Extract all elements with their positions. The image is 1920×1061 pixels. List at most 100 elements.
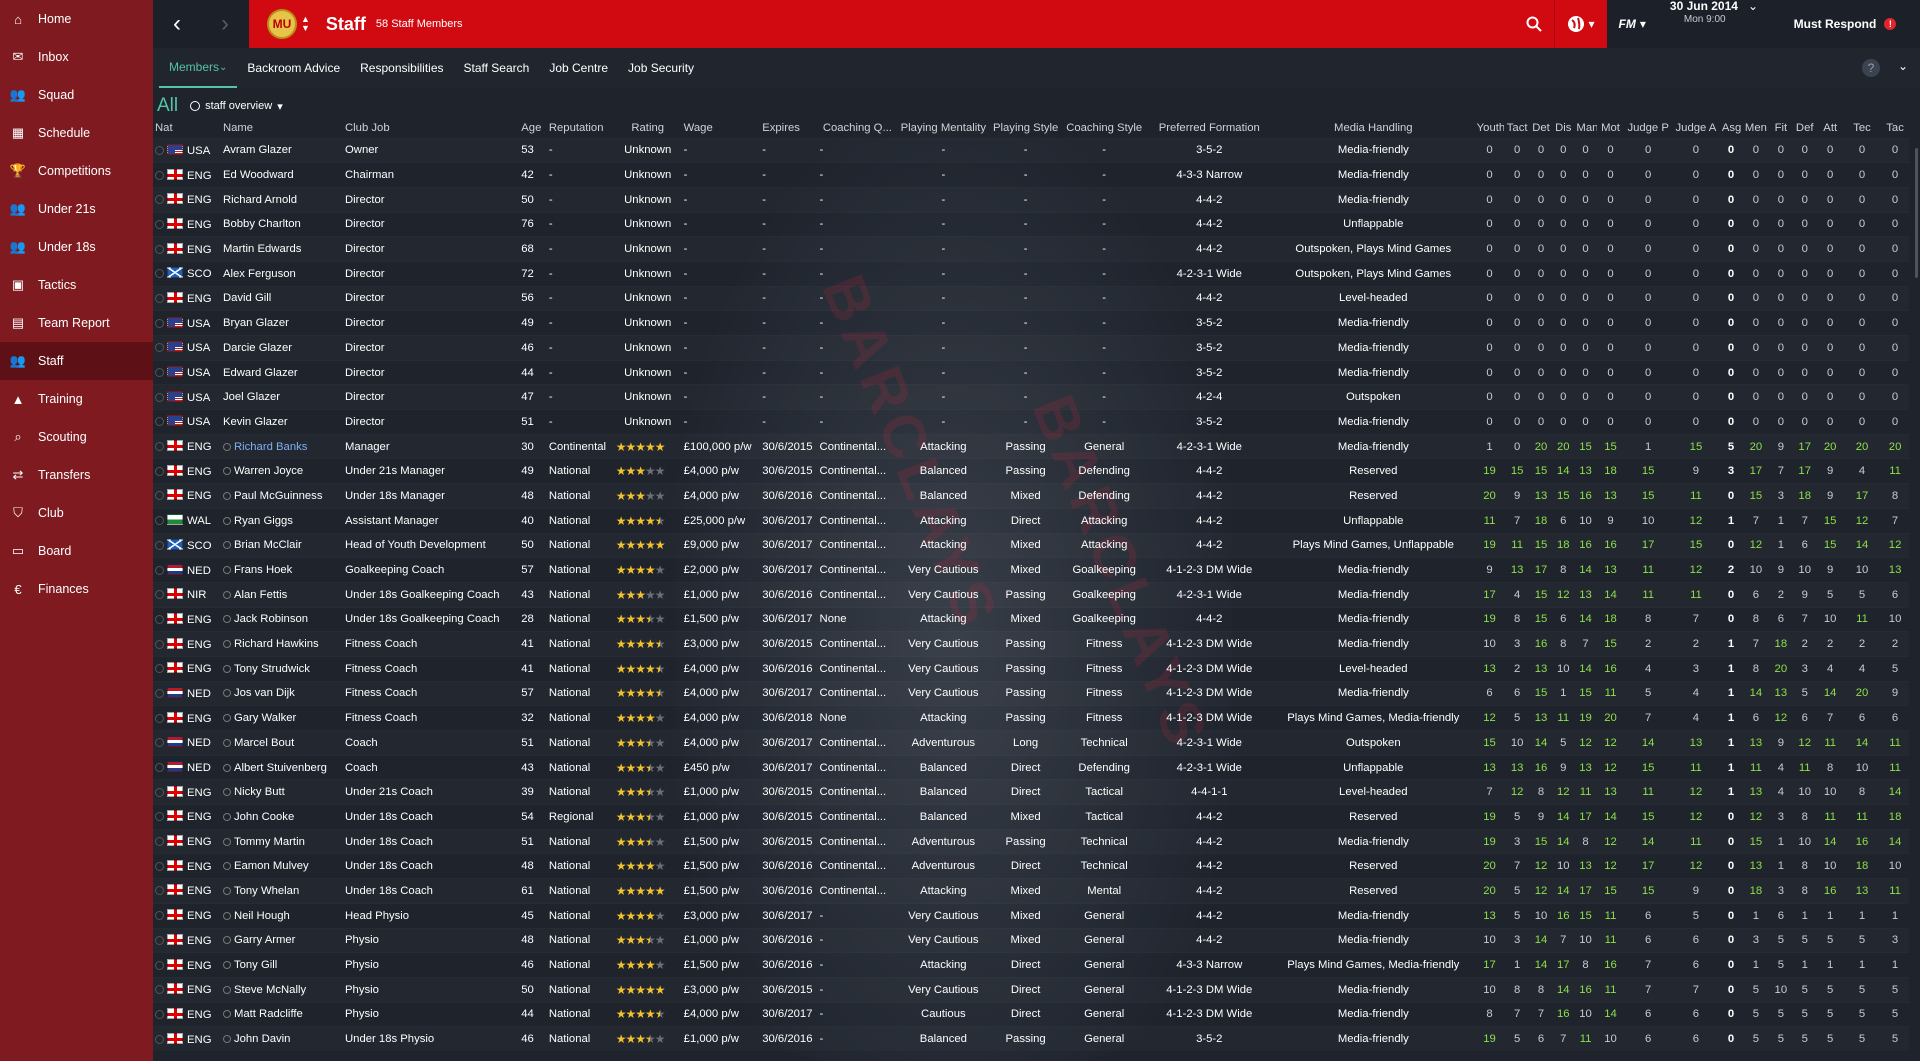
- sidebar-item-transfers[interactable]: ⇄ Transfers: [0, 456, 153, 494]
- column-header-att[interactable]: Att: [1817, 119, 1842, 138]
- column-header-reputation[interactable]: Reputation: [547, 119, 614, 138]
- column-header-judge-a[interactable]: Judge A: [1672, 119, 1720, 138]
- staff-name[interactable]: Richard Banks: [234, 441, 307, 453]
- tab-job-centre[interactable]: Job Centre: [539, 48, 618, 88]
- collapse-icon[interactable]: ⌄: [1898, 59, 1908, 73]
- column-header-tec[interactable]: Tec: [1843, 119, 1881, 138]
- staff-name[interactable]: Bryan Glazer: [223, 317, 289, 329]
- staff-name[interactable]: Paul McGuinness: [234, 490, 323, 502]
- staff-name[interactable]: Tony Strudwick: [234, 663, 310, 675]
- sidebar-item-scouting[interactable]: ⌕ Scouting: [0, 418, 153, 456]
- column-header-playing-mentality[interactable]: Playing Mentality: [897, 119, 989, 138]
- staff-name[interactable]: Alan Fettis: [234, 589, 287, 601]
- column-header-playing-style[interactable]: Playing Style: [990, 119, 1062, 138]
- table-row[interactable]: USA Darcie Glazer Director 46- Unknown - - - - - -…: [153, 336, 1909, 361]
- column-header-coaching-q[interactable]: Coaching Q...: [818, 119, 898, 138]
- table-row[interactable]: NED Frans Hoek Goalkeeping Coach 57 National…: [153, 558, 1909, 583]
- staff-name[interactable]: Ryan Giggs: [234, 515, 293, 527]
- table-row[interactable]: USA Avram Glazer Owner 53- Unknown - - - - - -3-5-…: [153, 138, 1909, 163]
- staff-name[interactable]: Kevin Glazer: [223, 416, 288, 428]
- table-row[interactable]: ENG Garry Armer Physio 48 National ★★★★★ £1,00…: [153, 928, 1909, 953]
- table-row[interactable]: ENG Gary Walker Fitness Coach 32 National ★★★…: [153, 706, 1909, 731]
- column-header-expires[interactable]: Expires: [760, 119, 817, 138]
- column-header-det[interactable]: Det: [1530, 119, 1552, 138]
- column-header-tact[interactable]: Tact: [1504, 119, 1529, 138]
- sidebar-item-club[interactable]: ⛉ Club: [0, 494, 153, 532]
- staff-name[interactable]: Warren Joyce: [234, 465, 303, 477]
- table-row[interactable]: ENG Warren Joyce Under 21s Manager 49 Nation…: [153, 459, 1909, 484]
- back-arrow-icon[interactable]: ‹: [153, 0, 201, 48]
- tab-responsibilities[interactable]: Responsibilities: [350, 48, 453, 88]
- staff-name[interactable]: Marcel Bout: [234, 737, 294, 749]
- tab-job-security[interactable]: Job Security: [618, 48, 704, 88]
- table-row[interactable]: ENG Martin Edwards Director 68- Unknown - - - - -…: [153, 237, 1909, 262]
- table-row[interactable]: ENG Jack Robinson Under 18s Goalkeeping Co…: [153, 607, 1909, 632]
- column-header-age[interactable]: Age: [519, 119, 547, 138]
- staff-name[interactable]: Garry Armer: [234, 934, 296, 946]
- table-row[interactable]: NED Marcel Bout Coach 51 National ★★★★★ £4,000…: [153, 731, 1909, 756]
- staff-name[interactable]: Albert Stuivenberg: [234, 762, 327, 774]
- table-row[interactable]: ENG David Gill Director 56- Unknown - - - - - -4-4…: [153, 286, 1909, 311]
- sidebar-item-tactics[interactable]: ▣ Tactics: [0, 266, 153, 304]
- staff-name[interactable]: Jos van Dijk: [234, 687, 295, 699]
- staff-name[interactable]: Brian McClair: [234, 539, 302, 551]
- table-row[interactable]: ENG Tommy Martin Under 18s Coach 51 National…: [153, 829, 1909, 854]
- column-header-nat[interactable]: Nat: [153, 119, 221, 138]
- sidebar-item-finances[interactable]: € Finances: [0, 570, 153, 608]
- staff-name[interactable]: Darcie Glazer: [223, 342, 292, 354]
- column-header-man[interactable]: Man: [1574, 119, 1596, 138]
- staff-name[interactable]: Steve McNally: [234, 984, 306, 996]
- staff-name[interactable]: Joel Glazer: [223, 391, 280, 403]
- table-row[interactable]: ENG Bobby Charlton Director 76- Unknown - - - - -…: [153, 212, 1909, 237]
- date-display[interactable]: 30 Jun 2014 Mon 9:00 ⌄: [1657, 0, 1770, 48]
- table-row[interactable]: SCO Alex Ferguson Director 72- Unknown - - - - - -…: [153, 261, 1909, 286]
- fm-menu[interactable]: FM ▾: [1606, 0, 1658, 48]
- view-selector[interactable]: staff overview ▾: [190, 100, 283, 113]
- sidebar-item-under-18s[interactable]: 👥 Under 18s: [0, 228, 153, 266]
- table-row[interactable]: ENG Tony Strudwick Fitness Coach 41 National…: [153, 656, 1909, 681]
- table-row[interactable]: WAL Ryan Giggs Assistant Manager 40 National…: [153, 508, 1909, 533]
- world-menu-icon[interactable]: ▾: [1553, 0, 1607, 48]
- club-crest[interactable]: MU: [267, 9, 297, 39]
- column-header-club-job[interactable]: Club Job: [343, 119, 519, 138]
- table-row[interactable]: USA Joel Glazer Director 47- Unknown - - - - - -4-…: [153, 385, 1909, 410]
- table-row[interactable]: ENG Matt Radcliffe Physio 44 National ★★★★★ £4…: [153, 1002, 1909, 1027]
- sidebar-item-home[interactable]: ⌂ Home: [0, 0, 153, 38]
- staff-name[interactable]: Jack Robinson: [234, 613, 308, 625]
- tab-staff-search[interactable]: Staff Search: [454, 48, 540, 88]
- staff-name[interactable]: Tony Whelan: [234, 885, 299, 897]
- column-header-media-handling[interactable]: Media Handling: [1272, 119, 1475, 138]
- table-row[interactable]: ENG Tony Whelan Under 18s Coach 61 National ★…: [153, 879, 1909, 904]
- forward-arrow-icon[interactable]: ›: [201, 0, 249, 48]
- tab-backroom-advice[interactable]: Backroom Advice: [237, 48, 350, 88]
- table-row[interactable]: ENG Neil Hough Head Physio 45 National ★★★★★ £…: [153, 903, 1909, 928]
- table-row[interactable]: ENG Tony Gill Physio 46 National ★★★★★ £1,500 …: [153, 953, 1909, 978]
- table-row[interactable]: NED Albert Stuivenberg Coach 43 National ★★★★…: [153, 755, 1909, 780]
- staff-name[interactable]: Tommy Martin: [234, 836, 305, 848]
- table-row[interactable]: USA Edward Glazer Director 44- Unknown - - - - - -…: [153, 360, 1909, 385]
- column-header-def[interactable]: Def: [1792, 119, 1817, 138]
- help-icon[interactable]: ?: [1862, 59, 1880, 77]
- staff-name[interactable]: Alex Ferguson: [223, 268, 296, 280]
- sidebar-item-schedule[interactable]: ▦ Schedule: [0, 114, 153, 152]
- table-row[interactable]: ENG Richard Banks Manager 30 Continental ★★★★…: [153, 434, 1909, 459]
- table-row[interactable]: ENG Steve McNally Physio 50 National ★★★★★ £3,…: [153, 977, 1909, 1002]
- staff-name[interactable]: Martin Edwards: [223, 243, 301, 255]
- sidebar-item-inbox[interactable]: ✉ Inbox: [0, 38, 153, 76]
- column-header-wage[interactable]: Wage: [682, 119, 761, 138]
- staff-name[interactable]: Eamon Mulvey: [234, 860, 309, 872]
- table-row[interactable]: ENG Paul McGuinness Under 18s Manager 48 Nat…: [153, 484, 1909, 509]
- staff-name[interactable]: Avram Glazer: [223, 144, 292, 156]
- staff-name[interactable]: Edward Glazer: [223, 367, 298, 379]
- sidebar-item-staff[interactable]: 👥 Staff: [0, 342, 153, 380]
- column-header-men[interactable]: Men: [1742, 119, 1770, 138]
- staff-name[interactable]: Richard Hawkins: [234, 638, 319, 650]
- staff-name[interactable]: John Cooke: [234, 811, 294, 823]
- table-row[interactable]: NED Jos van Dijk Fitness Coach 57 National ★★…: [153, 681, 1909, 706]
- staff-name[interactable]: John Davin: [234, 1033, 291, 1045]
- table-row[interactable]: NIR Alan Fettis Under 18s Goalkeeping Coac…: [153, 582, 1909, 607]
- column-header-mot[interactable]: Mot: [1597, 119, 1625, 138]
- search-icon[interactable]: [1514, 0, 1554, 48]
- must-respond-button[interactable]: Must Respond !: [1770, 0, 1920, 48]
- table-row[interactable]: ENG John Cooke Under 18s Coach 54 Regional ★★…: [153, 805, 1909, 830]
